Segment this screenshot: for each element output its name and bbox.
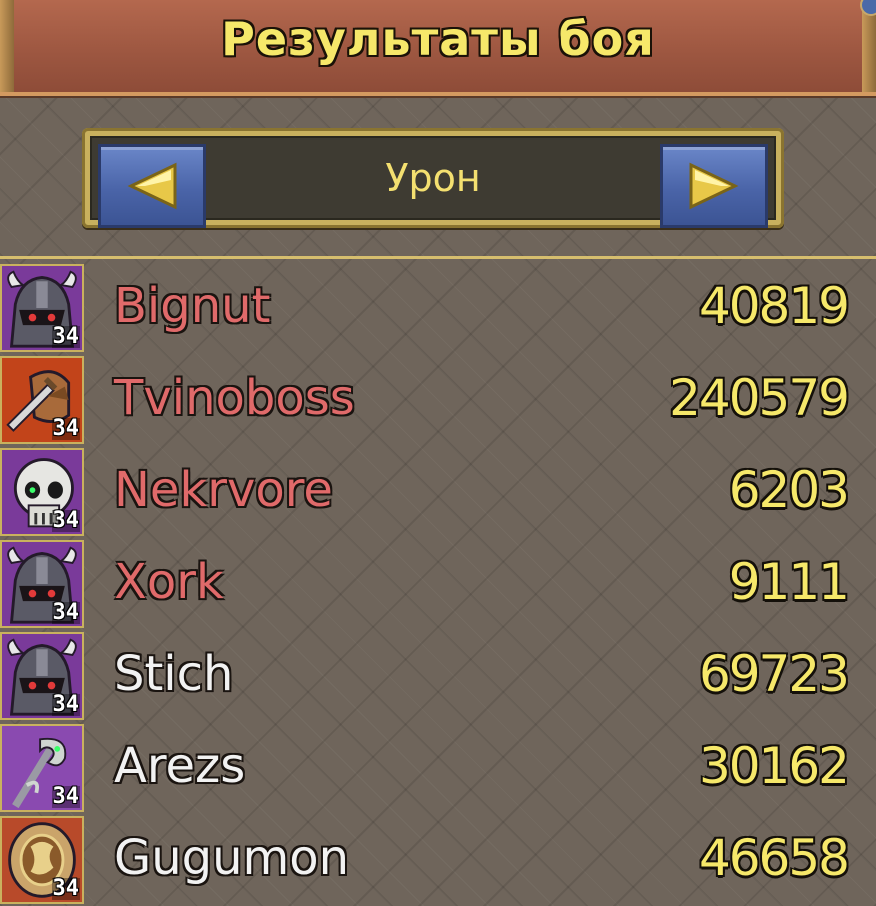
player-name: Bignut [114,278,271,334]
player-name: Nekrvore [114,462,333,518]
stat-selector: Урон [82,128,784,228]
player-row[interactable]: 34 Nekrvore 6203 [0,446,876,538]
prev-stat-button[interactable] [98,144,206,228]
player-level-badge: 34 [51,876,80,901]
player-row[interactable]: 34 Stich 69723 [0,630,876,722]
arrow-left-icon [127,162,177,210]
player-level-badge: 34 [51,784,80,809]
player-row[interactable]: 34 Tvinoboss 240579 [0,354,876,446]
player-name: Tvinoboss [114,370,355,426]
player-name: Gugumon [114,830,350,886]
player-portrait[interactable]: 34 [0,724,84,812]
player-name: Arezs [114,738,246,794]
player-portrait[interactable]: 34 [0,540,84,628]
player-portrait[interactable]: 34 [0,632,84,720]
section-divider [0,256,876,259]
player-name: Xork [114,554,224,610]
player-damage-value: 30162 [698,737,850,795]
player-damage-value: 40819 [698,277,850,335]
player-row[interactable]: 34 Bignut 40819 [0,262,876,354]
player-level-badge: 34 [51,508,80,533]
player-portrait[interactable]: 34 [0,356,84,444]
player-portrait[interactable]: 34 [0,264,84,352]
stat-selector-panel: Урон [90,136,776,228]
player-name: Stich [114,646,234,702]
player-portrait[interactable]: 34 [0,448,84,536]
player-damage-value: 69723 [698,645,850,703]
player-damage-value: 6203 [728,461,850,519]
page-title: Результаты боя [221,12,655,66]
arrow-right-icon [689,162,739,210]
player-level-badge: 34 [51,324,80,349]
stat-selector-label: Урон [385,156,481,200]
next-stat-button[interactable] [660,144,768,228]
player-row[interactable]: 34 Arezs 30162 [0,722,876,814]
player-row[interactable]: 34 Gugumon 46658 [0,814,876,906]
player-damage-value: 240579 [669,369,850,427]
player-portrait[interactable]: 34 [0,816,84,904]
player-level-badge: 34 [51,416,80,441]
player-damage-value: 46658 [698,829,850,887]
header-bar: Результаты боя [0,0,876,96]
player-row[interactable]: 34 Xork 9111 [0,538,876,630]
player-damage-value: 9111 [728,553,850,611]
player-level-badge: 34 [51,600,80,625]
results-list: 34 Bignut 40819 34 Tvinoboss 240579 34 N… [0,262,876,906]
player-level-badge: 34 [51,692,80,717]
